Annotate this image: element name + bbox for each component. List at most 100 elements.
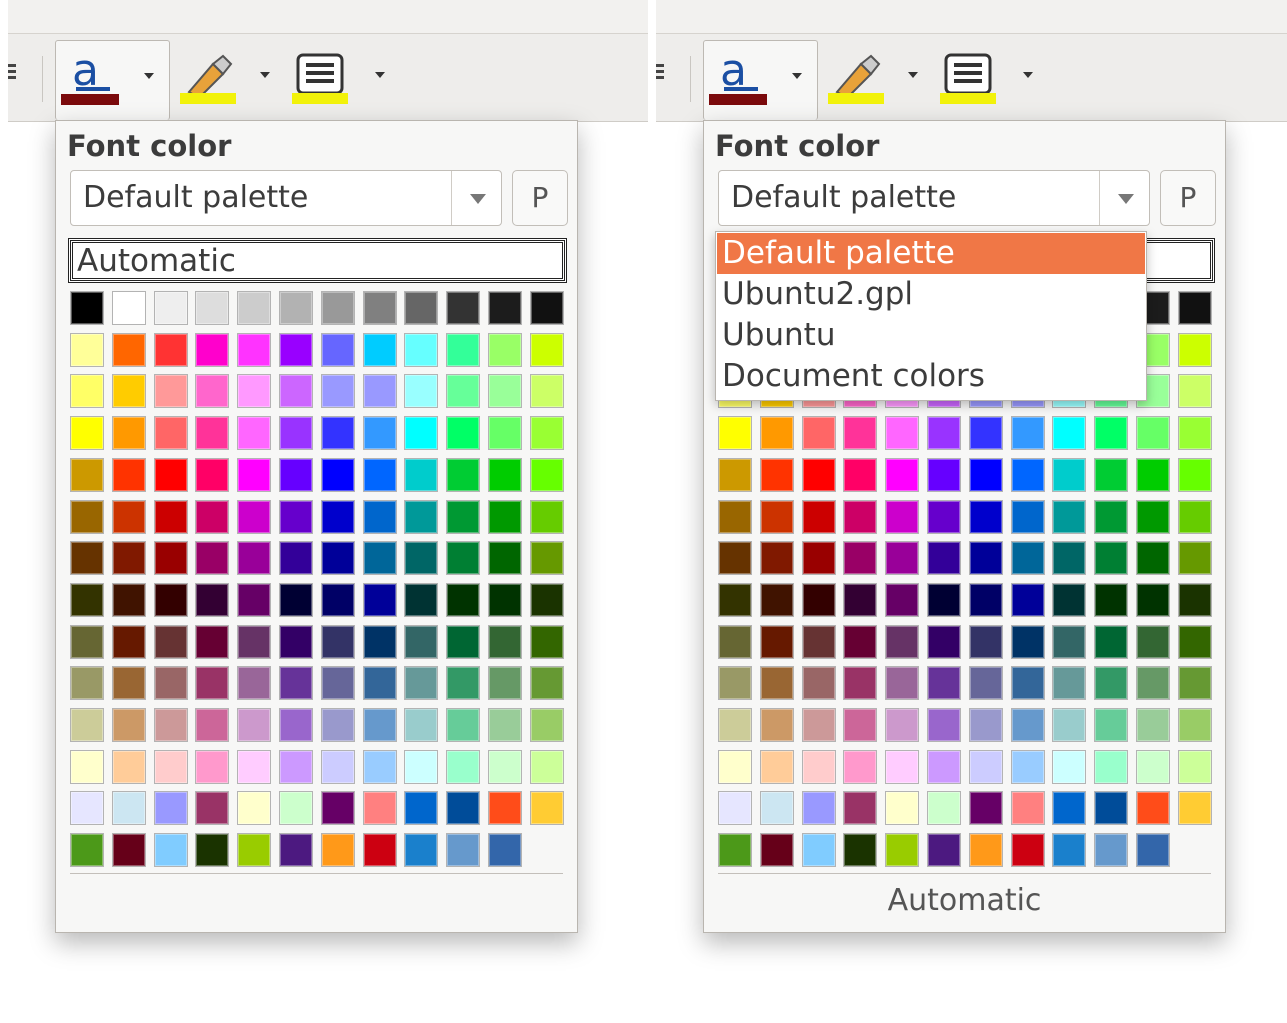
color-swatch[interactable]: [1178, 583, 1212, 617]
color-swatch[interactable]: [321, 708, 355, 742]
color-swatch[interactable]: [1136, 750, 1170, 784]
color-swatch[interactable]: [404, 583, 438, 617]
color-swatch[interactable]: [446, 541, 480, 575]
background-dropdown-arrow-icon[interactable]: [1023, 72, 1033, 78]
color-swatch[interactable]: [885, 666, 919, 700]
color-swatch[interactable]: [446, 583, 480, 617]
color-swatch[interactable]: [112, 833, 146, 867]
color-swatch[interactable]: [843, 625, 877, 659]
color-swatch[interactable]: [404, 708, 438, 742]
color-swatch[interactable]: [154, 416, 188, 450]
color-swatch[interactable]: [112, 416, 146, 450]
color-swatch[interactable]: [885, 625, 919, 659]
color-swatch[interactable]: [969, 500, 1003, 534]
color-swatch[interactable]: [404, 791, 438, 825]
color-swatch[interactable]: [1094, 500, 1128, 534]
color-swatch[interactable]: [1178, 791, 1212, 825]
color-swatch[interactable]: [530, 500, 564, 534]
color-swatch[interactable]: [112, 333, 146, 367]
color-swatch[interactable]: [802, 666, 836, 700]
color-swatch[interactable]: [446, 333, 480, 367]
color-swatch[interactable]: [530, 374, 564, 408]
color-swatch[interactable]: [843, 750, 877, 784]
color-swatch[interactable]: [279, 291, 313, 325]
color-swatch[interactable]: [1136, 625, 1170, 659]
toolbar-grip-icon[interactable]: [8, 64, 16, 90]
color-swatch[interactable]: [154, 625, 188, 659]
color-swatch[interactable]: [488, 708, 522, 742]
color-swatch[interactable]: [843, 458, 877, 492]
color-swatch[interactable]: [1052, 833, 1086, 867]
highlighting-button[interactable]: [175, 40, 285, 120]
color-swatch[interactable]: [279, 374, 313, 408]
color-swatch[interactable]: [404, 833, 438, 867]
color-swatch[interactable]: [404, 541, 438, 575]
color-swatch[interactable]: [112, 500, 146, 534]
color-swatch[interactable]: [237, 333, 271, 367]
color-swatch[interactable]: [530, 416, 564, 450]
color-swatch[interactable]: [1136, 666, 1170, 700]
color-swatch[interactable]: [237, 458, 271, 492]
color-swatch[interactable]: [802, 500, 836, 534]
color-swatch[interactable]: [195, 708, 229, 742]
color-swatch[interactable]: [1052, 541, 1086, 575]
color-swatch[interactable]: [488, 833, 522, 867]
color-swatch[interactable]: [927, 625, 961, 659]
color-swatch[interactable]: [843, 416, 877, 450]
color-swatch[interactable]: [404, 750, 438, 784]
color-swatch[interactable]: [195, 583, 229, 617]
color-swatch[interactable]: [885, 583, 919, 617]
color-swatch[interactable]: [927, 666, 961, 700]
color-swatch[interactable]: [446, 708, 480, 742]
color-swatch[interactable]: [321, 583, 355, 617]
color-swatch[interactable]: [802, 833, 836, 867]
color-swatch[interactable]: [446, 625, 480, 659]
toolbar-grip-icon[interactable]: [656, 64, 664, 90]
color-swatch[interactable]: [927, 500, 961, 534]
color-swatch[interactable]: [1052, 625, 1086, 659]
color-swatch[interactable]: [1011, 416, 1045, 450]
color-swatch[interactable]: [760, 583, 794, 617]
color-swatch[interactable]: [718, 458, 752, 492]
color-swatch[interactable]: [154, 374, 188, 408]
color-swatch[interactable]: [112, 583, 146, 617]
color-swatch[interactable]: [885, 500, 919, 534]
color-swatch[interactable]: [363, 791, 397, 825]
color-swatch[interactable]: [1011, 750, 1045, 784]
color-swatch[interactable]: [1178, 666, 1212, 700]
color-swatch[interactable]: [363, 291, 397, 325]
color-swatch[interactable]: [195, 666, 229, 700]
automatic-color-button[interactable]: Automatic: [68, 238, 567, 283]
color-swatch[interactable]: [237, 708, 271, 742]
color-swatch[interactable]: [112, 750, 146, 784]
color-swatch[interactable]: [112, 374, 146, 408]
color-swatch[interactable]: [1136, 833, 1170, 867]
color-swatch[interactable]: [154, 833, 188, 867]
color-swatch[interactable]: [1094, 458, 1128, 492]
color-swatch[interactable]: [279, 625, 313, 659]
color-swatch[interactable]: [488, 791, 522, 825]
color-swatch[interactable]: [1094, 833, 1128, 867]
color-swatch[interactable]: [843, 583, 877, 617]
palette-p-button[interactable]: P: [1160, 170, 1216, 226]
color-swatch[interactable]: [321, 416, 355, 450]
color-swatch[interactable]: [885, 416, 919, 450]
color-swatch[interactable]: [404, 416, 438, 450]
color-swatch[interactable]: [1178, 374, 1212, 408]
color-swatch[interactable]: [1052, 666, 1086, 700]
color-swatch[interactable]: [321, 666, 355, 700]
font-color-dropdown-arrow-icon[interactable]: [144, 73, 154, 79]
color-swatch[interactable]: [321, 458, 355, 492]
color-swatch[interactable]: [927, 541, 961, 575]
color-swatch[interactable]: [927, 458, 961, 492]
color-swatch[interactable]: [1011, 500, 1045, 534]
color-swatch[interactable]: [70, 708, 104, 742]
color-swatch[interactable]: [446, 750, 480, 784]
color-swatch[interactable]: [927, 750, 961, 784]
color-swatch[interactable]: [154, 708, 188, 742]
color-swatch[interactable]: [70, 500, 104, 534]
color-swatch[interactable]: [1094, 583, 1128, 617]
color-swatch[interactable]: [237, 583, 271, 617]
color-swatch[interactable]: [237, 625, 271, 659]
color-swatch[interactable]: [488, 416, 522, 450]
